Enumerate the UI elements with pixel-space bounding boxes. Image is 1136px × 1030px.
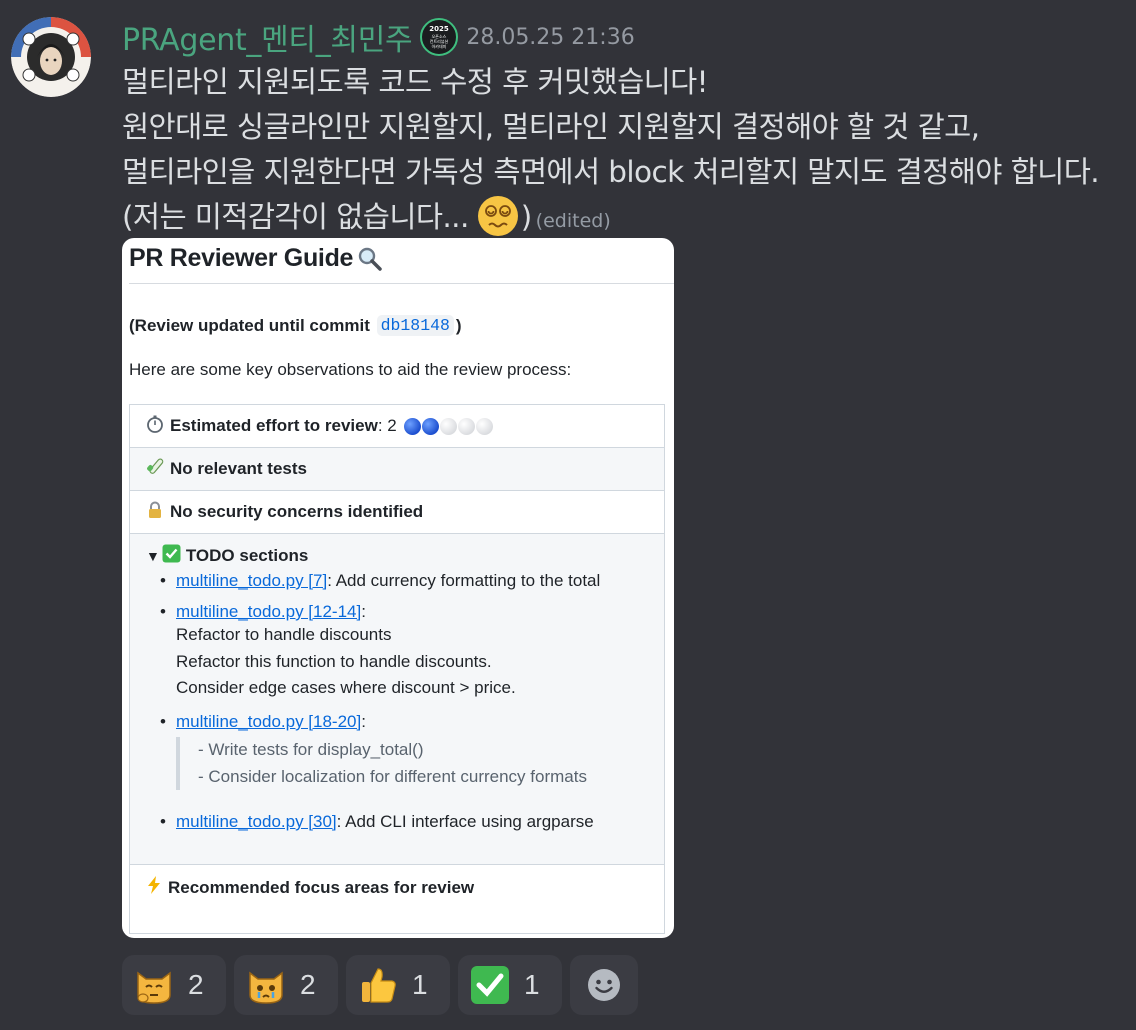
message-content: 멀티라인 지원되도록 코드 수정 후 커밋했습니다! 원안대로 싱글라인만 지원…: [122, 60, 1132, 240]
cat-thinking-icon: [134, 965, 174, 1005]
reaction-count: 1: [524, 969, 540, 1000]
focus-label: Recommended focus areas for review: [168, 877, 475, 897]
reaction-check-mark[interactable]: 1: [458, 955, 562, 1015]
todo-link[interactable]: multiline_todo.py [7]: [176, 571, 327, 590]
todo-subline: Refactor this function to handle discoun…: [176, 651, 492, 671]
message-text: (저는 미적감각이 없습니다...: [122, 200, 469, 234]
check-box-icon: [162, 544, 181, 568]
username[interactable]: PRAgent_멘티_최민주: [122, 15, 413, 59]
pr-reviewer-guide-card[interactable]: PR Reviewer Guide (Review updated until …: [122, 238, 674, 938]
thumbs-up-icon: [358, 965, 398, 1005]
todo-link[interactable]: multiline_todo.py [30]: [176, 812, 337, 831]
effort-value: 2: [387, 416, 397, 435]
reactions-bar: 2 2 1 1: [122, 955, 646, 1015]
bullet: •: [160, 571, 166, 590]
message-line-last: (저는 미적감각이 없습니다... ) (edited): [122, 195, 1132, 240]
timestamp[interactable]: 28.05.25 21:36: [466, 25, 634, 50]
divider: [129, 283, 674, 284]
todo-item: • multiline_todo.py [30]: Add CLI interf…: [160, 812, 594, 832]
message-line: 멀티라인을 지원한다면 가독성 측면에서 block 처리할지 말지도 결정해야…: [122, 155, 1100, 189]
badge-text: 2025: [430, 25, 450, 33]
badge-text: 아카데미: [432, 43, 447, 49]
todo-link[interactable]: multiline_todo.py [18-20]: [176, 712, 361, 731]
card-title-text: PR Reviewer Guide: [129, 244, 354, 272]
academy-badge-icon[interactable]: 2025 오픈소스 컨트리뷰션 아카데미: [420, 18, 459, 56]
tests-label: No relevant tests: [170, 459, 307, 478]
reaction-count: 1: [412, 969, 428, 1000]
rating-dot-filled: [403, 417, 421, 435]
reaction-cat-crying[interactable]: 2: [234, 955, 338, 1015]
cat-crying-icon: [246, 965, 286, 1005]
magnifier-icon: [358, 247, 382, 271]
todo-item: • multiline_todo.py [7]: Add currency fo…: [160, 571, 601, 591]
quote-line: - Write tests for display_total(): [198, 740, 424, 759]
todo-text: : Add CLI interface using argparse: [336, 812, 594, 831]
add-reaction-button[interactable]: [570, 955, 638, 1015]
todo-subline: Refactor to handle discounts: [176, 625, 392, 644]
check-mark-icon: [470, 965, 510, 1005]
todo-subline: Consider edge cases where discount > pri…: [176, 678, 516, 697]
todo-title: TODO sections: [185, 546, 309, 565]
todo-summary-toggle[interactable]: ▼ TODO sections: [146, 544, 308, 568]
triangle-down-icon: ▼: [146, 548, 160, 564]
reaction-count: 2: [188, 969, 204, 1000]
message-text: ): [520, 200, 533, 234]
rating-dot-filled: [421, 417, 439, 435]
smiley-add-icon: [584, 965, 624, 1005]
message-line: 원안대로 싱글라인만 지원할지, 멀티라인 지원할지 결정해야 할 것 같고,: [122, 110, 980, 144]
bullet: •: [160, 712, 166, 731]
todo-item: • multiline_todo.py [18-20]:: [160, 712, 366, 732]
security-label: No security concerns identified: [170, 502, 424, 521]
todo-item: • multiline_todo.py [12-14]: Refactor to…: [160, 602, 516, 702]
lightning-icon: [146, 876, 162, 899]
todo-text: : Add currency formatting to the total: [327, 571, 601, 590]
bullet: •: [160, 812, 166, 831]
card-title: PR Reviewer Guide: [129, 244, 383, 273]
review-updated-line: (Review updated until commit db18148): [129, 315, 462, 336]
commit-link[interactable]: db18148: [376, 315, 454, 336]
lock-icon: [146, 501, 164, 524]
avatar[interactable]: [11, 17, 91, 97]
bullet: •: [160, 602, 166, 621]
review-suffix: ): [455, 315, 462, 335]
focus-header: Recommended focus areas for review: [146, 876, 474, 899]
reaction-count: 2: [300, 969, 316, 1000]
todo-row: ▼ TODO sections • multiline_todo.py [7]:…: [130, 534, 664, 865]
stopwatch-icon: [146, 415, 164, 438]
effort-label: Estimated effort to review: [170, 416, 378, 435]
todo-quote: - Write tests for display_total() - Cons…: [176, 737, 587, 790]
message-line: 멀티라인 지원되도록 코드 수정 후 커밋했습니다!: [122, 65, 709, 99]
rating-dot-empty: [475, 417, 493, 435]
security-row: No security concerns identified: [130, 491, 664, 534]
todo-text: :: [361, 602, 366, 621]
test-tube-icon: [146, 457, 164, 481]
todo-text: :: [361, 712, 366, 731]
todo-link[interactable]: multiline_todo.py [12-14]: [176, 602, 361, 621]
focus-row: Recommended focus areas for review: [130, 865, 664, 933]
tests-row: No relevant tests: [130, 448, 664, 491]
reaction-cat-thinking[interactable]: 2: [122, 955, 226, 1015]
effort-row: Estimated effort to review: 2: [130, 405, 664, 448]
effort-rating: [403, 417, 494, 435]
edited-label: (edited): [535, 210, 611, 232]
review-prefix: (Review updated until commit: [129, 315, 370, 335]
rating-dot-empty: [457, 417, 475, 435]
dizzy-face-icon[interactable]: [477, 195, 519, 237]
quote-line: - Consider localization for different cu…: [198, 766, 587, 786]
reaction-thumbs-up[interactable]: 1: [346, 955, 450, 1015]
intro-text: Here are some key observations to aid th…: [129, 360, 572, 379]
observations-table: Estimated effort to review: 2 No relevan…: [129, 404, 665, 934]
rating-dot-empty: [439, 417, 457, 435]
message-header: PRAgent_멘티_최민주 2025 오픈소스 컨트리뷰션 아카데미 28.0…: [122, 14, 635, 60]
